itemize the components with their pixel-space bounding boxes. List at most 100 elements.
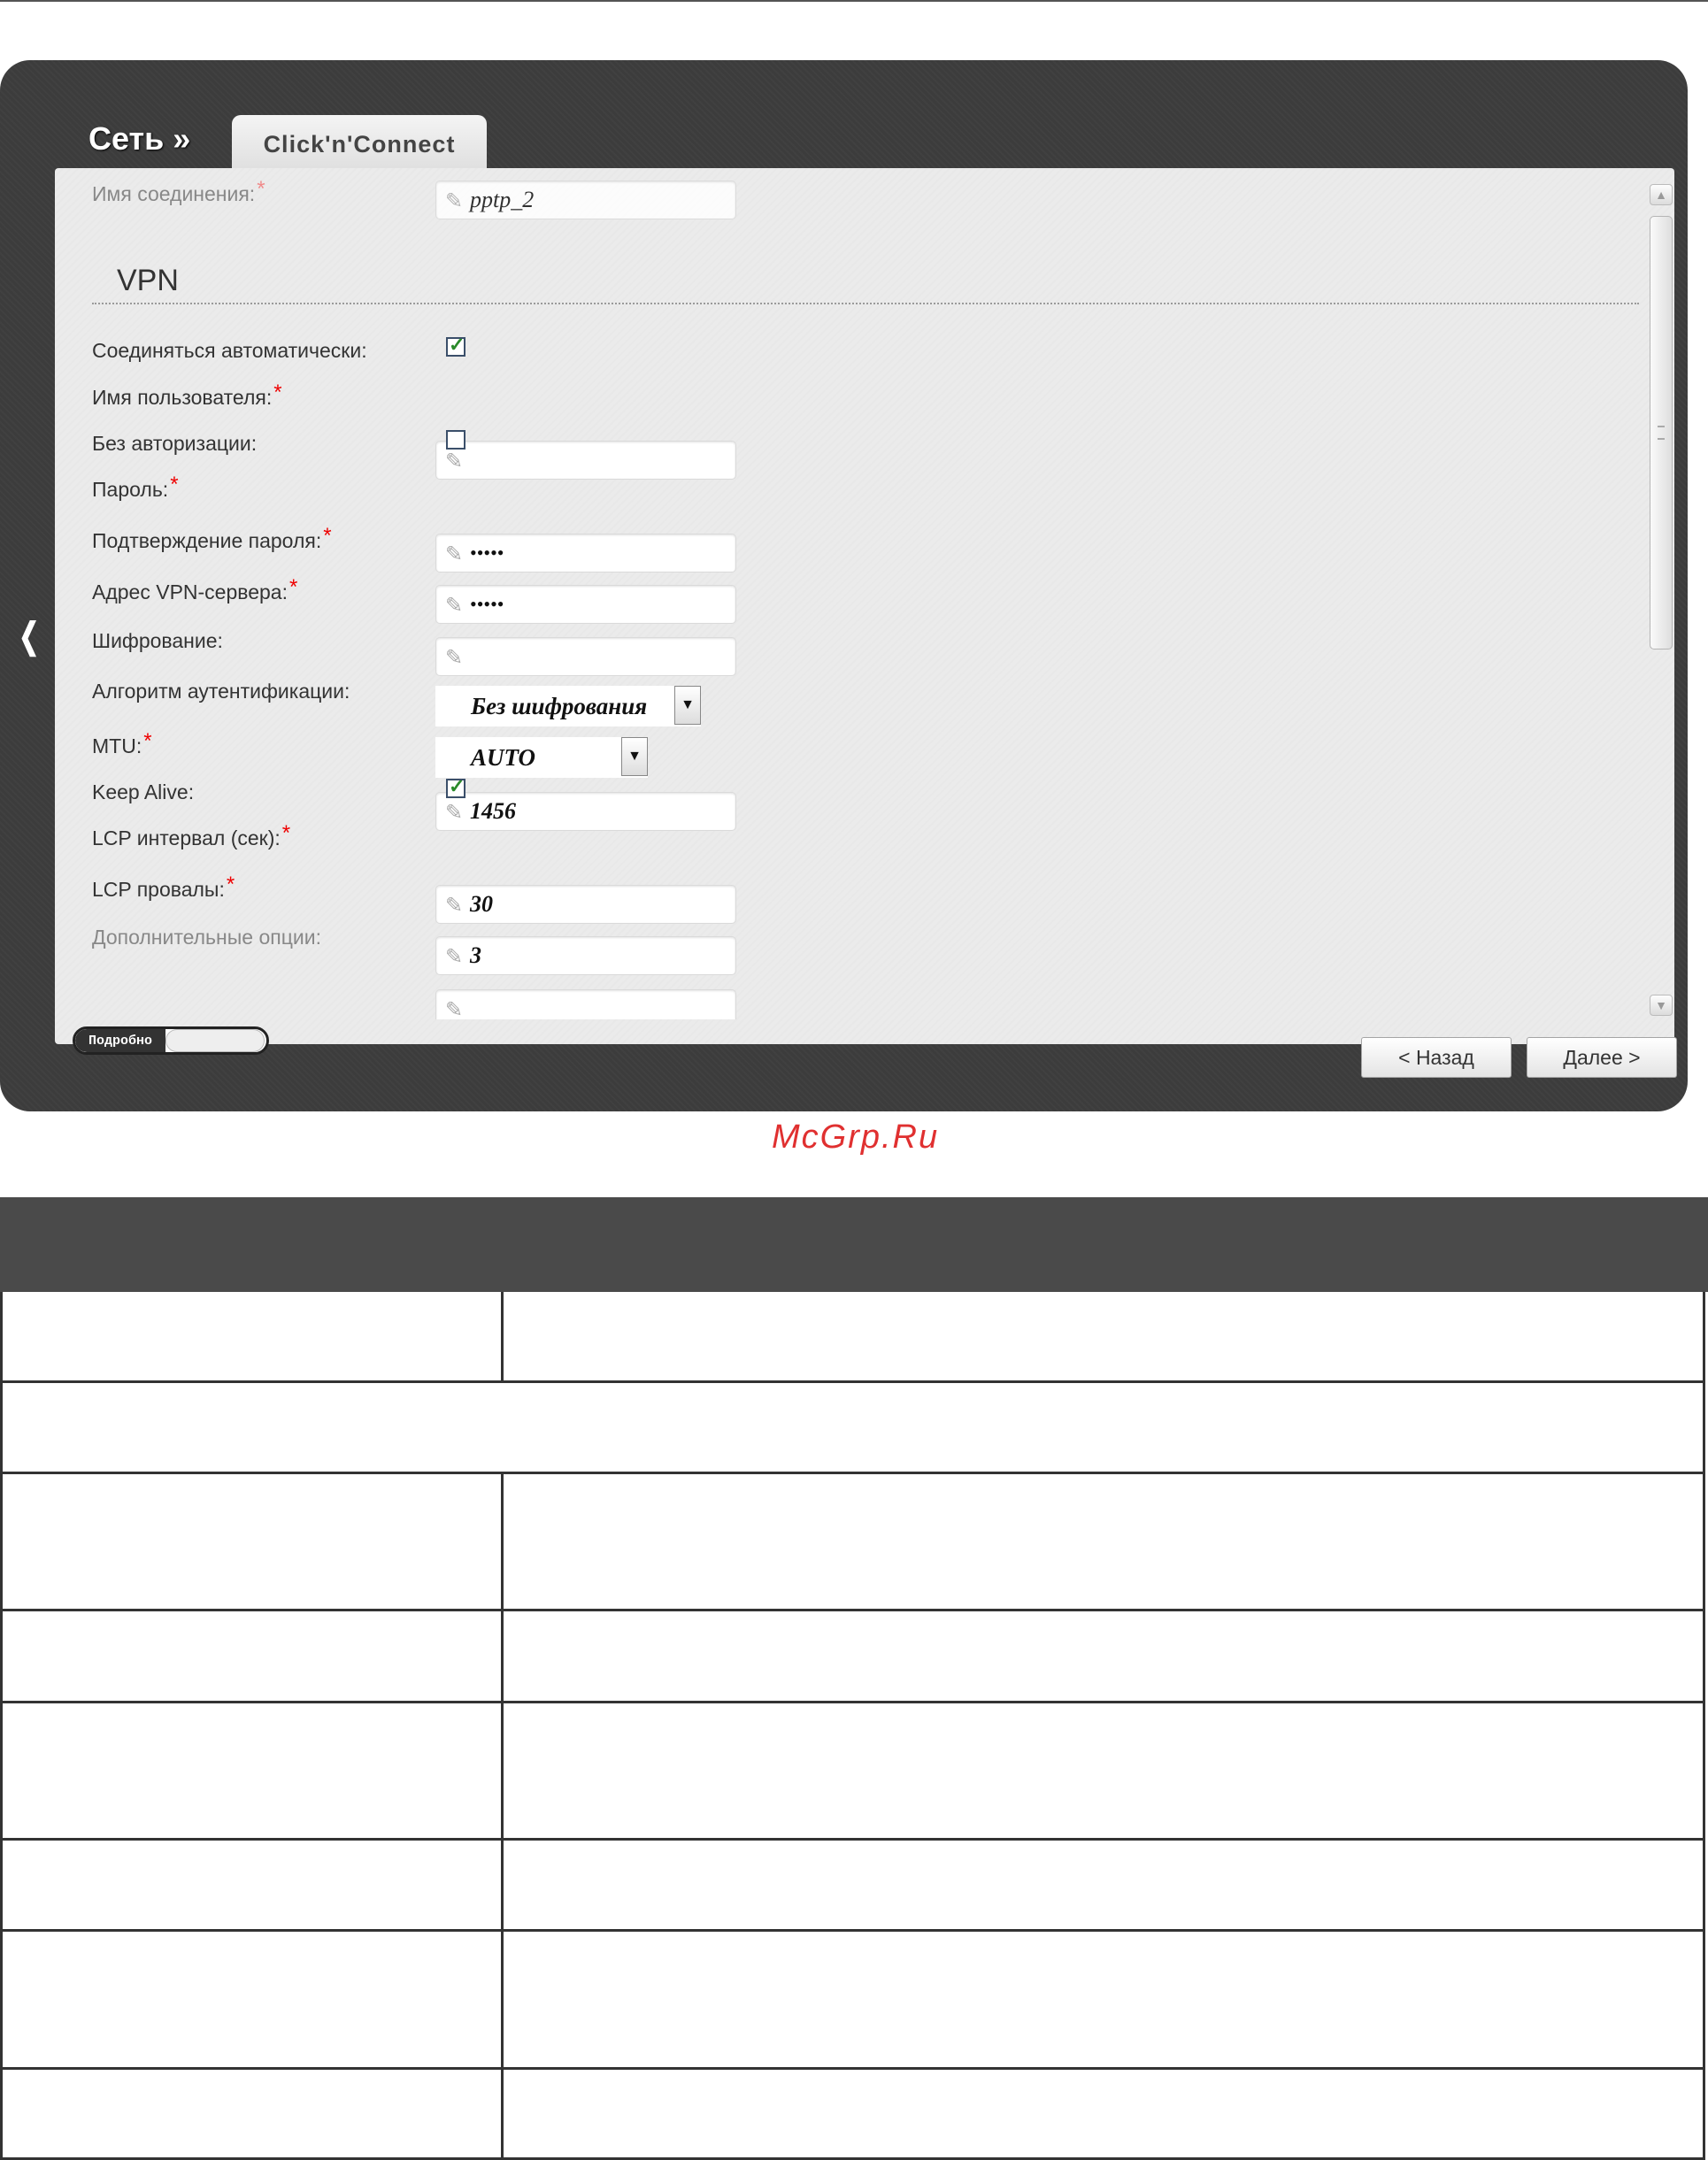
back-button[interactable]: < Назад <box>1361 1037 1512 1078</box>
scrollbar-thumb[interactable] <box>1650 216 1673 650</box>
settings-panel: Имя соединения:* ✎ pptp_2 VPN Соединятьс… <box>55 168 1677 1078</box>
lcp-interval-value: 30 <box>470 891 493 917</box>
table-column-divider <box>501 1703 504 1838</box>
scroll-down-icon[interactable]: ▼ <box>1650 995 1673 1016</box>
form-scroll-area[interactable]: Имя соединения:* ✎ pptp_2 VPN Соединятьс… <box>55 168 1648 1019</box>
keep-alive-checkbox[interactable]: ✓ <box>446 775 465 798</box>
password-label-text: Пароль: <box>92 478 169 501</box>
table-column-divider <box>501 1611 504 1701</box>
grip-icon <box>1658 426 1665 440</box>
table-column-divider <box>501 1841 504 1929</box>
triangle-down-icon[interactable]: ▼ <box>621 737 648 776</box>
password-confirm-value: ••••• <box>470 593 504 615</box>
no-auth-checkbox[interactable] <box>446 430 465 450</box>
password-confirm-input[interactable]: ✎ ••••• <box>435 585 736 624</box>
auth-algorithm-select[interactable]: AUTO ▼ <box>435 737 648 778</box>
lcp-failures-label-text: LCP провалы: <box>92 878 225 901</box>
mtu-label-text: MTU: <box>92 734 142 757</box>
connection-name-label: Имя соединения:* <box>92 177 265 207</box>
required-mark: * <box>273 380 282 404</box>
scroll-up-icon[interactable]: ▲ <box>1650 184 1673 205</box>
table-row-section <box>0 1383 1705 1474</box>
pencil-icon: ✎ <box>445 945 464 969</box>
table-header <box>0 1197 1708 1292</box>
required-mark: * <box>289 575 298 599</box>
encryption-label: Шифрование: <box>92 629 223 652</box>
lcp-interval-label-text: LCP интервал (сек): <box>92 826 281 849</box>
section-divider <box>92 303 1639 304</box>
table-row <box>0 1932 1705 2070</box>
table-column-divider <box>501 1474 504 1609</box>
watermark: McGrp.Ru <box>772 1118 940 1156</box>
mtu-label: MTU:* <box>92 729 152 759</box>
auto-connect-checkbox[interactable]: ✓ <box>446 334 465 357</box>
router-window: Сеть » Click'n'Connect ❮ Имя соединения:… <box>0 60 1688 1156</box>
extra-options-input[interactable]: ✎ <box>435 989 736 1019</box>
pencil-icon: ✎ <box>445 646 464 670</box>
lcp-failures-value: 3 <box>470 942 481 968</box>
chevron-left-icon[interactable]: ❮ <box>19 616 39 657</box>
extra-options-label: Дополнительные опции: <box>92 926 321 949</box>
username-label-text: Имя пользователя: <box>92 386 273 409</box>
table-row <box>0 2070 1705 2160</box>
required-mark: * <box>281 821 291 845</box>
vpn-server-label-text: Адрес VPN-сервера: <box>92 580 288 603</box>
encryption-value: Без шифрования <box>471 693 648 719</box>
mtu-input[interactable]: ✎ 1456 <box>435 792 736 831</box>
table-row <box>0 1703 1705 1841</box>
vpn-section-heading: VPN <box>117 264 179 297</box>
lcp-interval-label: LCP интервал (сек):* <box>92 821 290 851</box>
username-input[interactable]: ✎ <box>435 441 736 480</box>
username-label: Имя пользователя:* <box>92 380 282 411</box>
checkmark-icon: ✓ <box>449 775 465 797</box>
required-mark: * <box>226 872 235 896</box>
password-label: Пароль:* <box>92 473 179 503</box>
auth-algorithm-label: Алгоритм аутентификации: <box>92 680 350 703</box>
connection-name-value: pptp_2 <box>470 187 535 212</box>
password-value: ••••• <box>470 542 504 564</box>
pencil-icon: ✎ <box>445 894 464 918</box>
details-toggle[interactable]: Подробно <box>73 1026 269 1055</box>
table-column-divider <box>501 1932 504 2067</box>
vertical-scrollbar[interactable]: ▲ ▼ <box>1648 184 1674 1016</box>
pencil-icon: ✎ <box>445 542 464 566</box>
table-row <box>0 1841 1705 1932</box>
auth-algorithm-value: AUTO <box>471 744 536 771</box>
next-button[interactable]: Далее > <box>1527 1037 1677 1078</box>
required-mark: * <box>143 729 152 753</box>
password-confirm-label-text: Подтверждение пароля: <box>92 529 322 552</box>
table-row <box>0 1292 1705 1383</box>
required-mark: * <box>257 177 265 201</box>
pencil-icon: ✎ <box>445 998 464 1019</box>
vpn-server-label: Адрес VPN-сервера:* <box>92 575 297 605</box>
required-mark: * <box>323 524 332 548</box>
pencil-icon: ✎ <box>445 594 464 618</box>
pencil-icon: ✎ <box>445 189 464 213</box>
tab-click-n-connect[interactable]: Click'n'Connect <box>232 115 487 173</box>
table-row <box>0 1474 1705 1611</box>
checkmark-icon: ✓ <box>449 334 465 356</box>
password-input[interactable]: ✎ ••••• <box>435 534 736 573</box>
password-confirm-label: Подтверждение пароля:* <box>92 524 332 554</box>
toggle-knob[interactable] <box>165 1029 265 1052</box>
connection-name-label-text: Имя соединения: <box>92 182 256 205</box>
table-column-divider <box>501 2070 504 2157</box>
details-toggle-label: Подробно <box>75 1029 165 1052</box>
lcp-failures-label: LCP провалы:* <box>92 872 235 903</box>
table-column-divider <box>501 1292 504 1380</box>
top-rule <box>0 0 1708 2</box>
pencil-icon: ✎ <box>445 450 464 473</box>
auto-connect-label: Соединяться автоматически: <box>92 339 367 362</box>
lcp-failures-input[interactable]: ✎ 3 <box>435 936 736 975</box>
connection-name-input[interactable]: ✎ pptp_2 <box>435 181 736 219</box>
page-title: Сеть » <box>88 120 191 157</box>
encryption-select[interactable]: Без шифрования ▼ <box>435 686 701 726</box>
required-mark: * <box>170 473 179 496</box>
vpn-server-input[interactable]: ✎ <box>435 637 736 676</box>
mtu-value: 1456 <box>470 798 516 824</box>
keep-alive-label: Keep Alive: <box>92 780 195 803</box>
no-auth-label: Без авторизации: <box>92 432 258 455</box>
lcp-interval-input[interactable]: ✎ 30 <box>435 885 736 924</box>
triangle-down-icon[interactable]: ▼ <box>674 686 701 725</box>
table-row <box>0 1611 1705 1703</box>
